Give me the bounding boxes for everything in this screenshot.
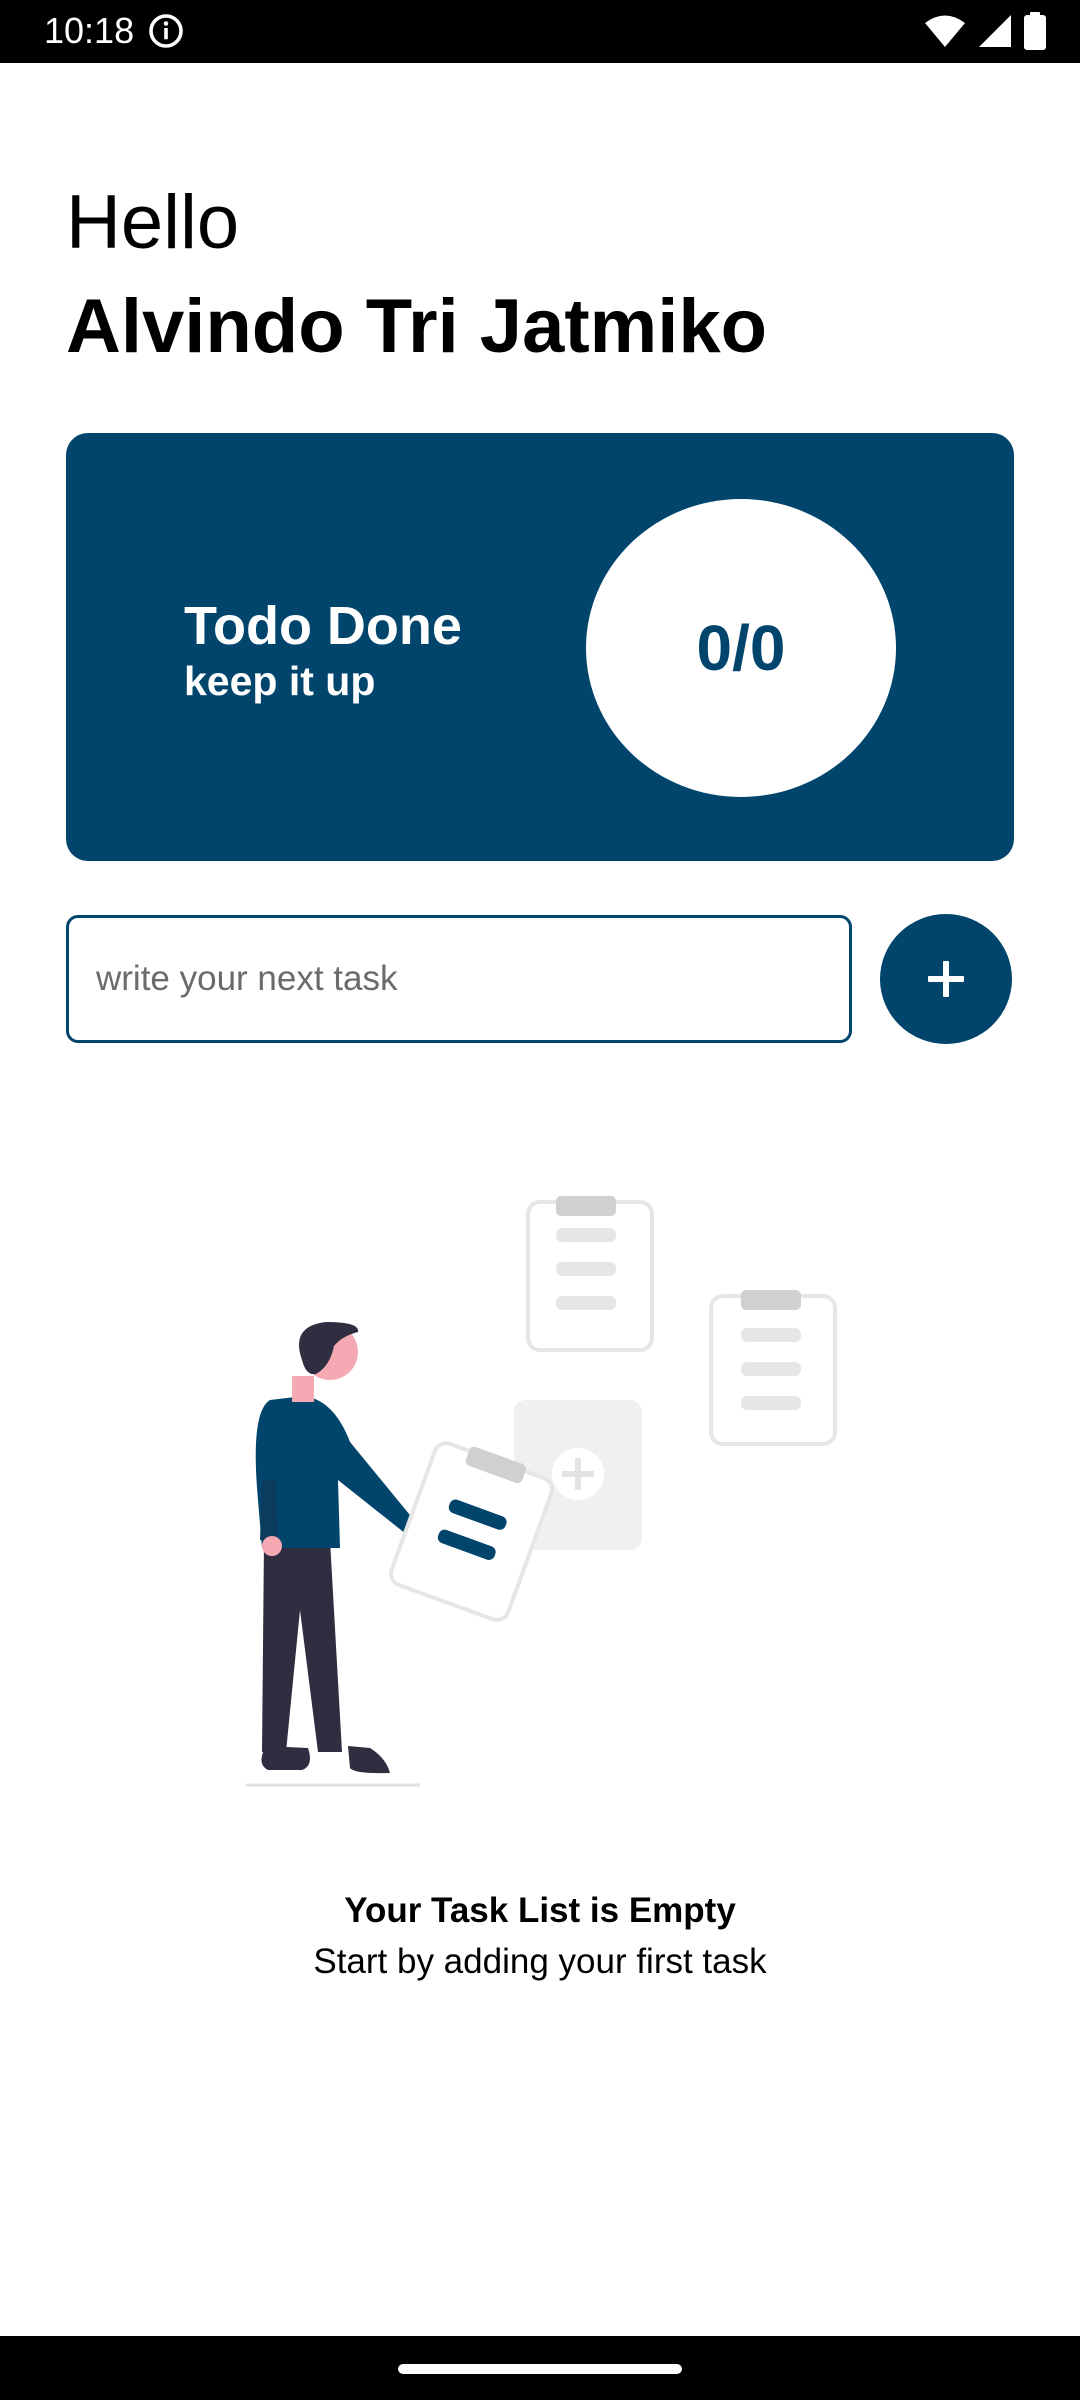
status-time: 10:18 — [44, 10, 135, 51]
wifi-icon — [925, 15, 965, 47]
home-indicator[interactable] — [398, 2364, 682, 2374]
person-with-clipboards-illustration — [246, 1196, 837, 1787]
status-bar: 10:18 — [0, 0, 1080, 63]
todo-progress-card: Todo Done keep it up 0/0 — [66, 433, 1014, 861]
battery-icon — [1024, 12, 1046, 50]
info-icon — [149, 14, 183, 48]
progress-count-circle: 0/0 — [586, 499, 896, 797]
card-subtitle: keep it up — [184, 658, 376, 704]
clipboard-icon — [709, 1290, 837, 1446]
user-name: Alvindo Tri Jatmiko — [66, 284, 768, 369]
empty-state-title: Your Task List is Empty — [344, 1891, 736, 1930]
task-input[interactable] — [66, 915, 852, 1043]
empty-state-subtitle: Start by adding your first task — [313, 1942, 767, 1981]
signal-icon — [979, 15, 1011, 47]
clipboard-icon — [526, 1196, 654, 1352]
card-title: Todo Done — [184, 596, 462, 656]
navigation-bar — [0, 2336, 1080, 2400]
greeting-text: Hello — [66, 180, 240, 265]
plus-icon — [928, 961, 964, 997]
add-task-button[interactable] — [880, 914, 1012, 1044]
progress-count: 0/0 — [696, 612, 786, 684]
